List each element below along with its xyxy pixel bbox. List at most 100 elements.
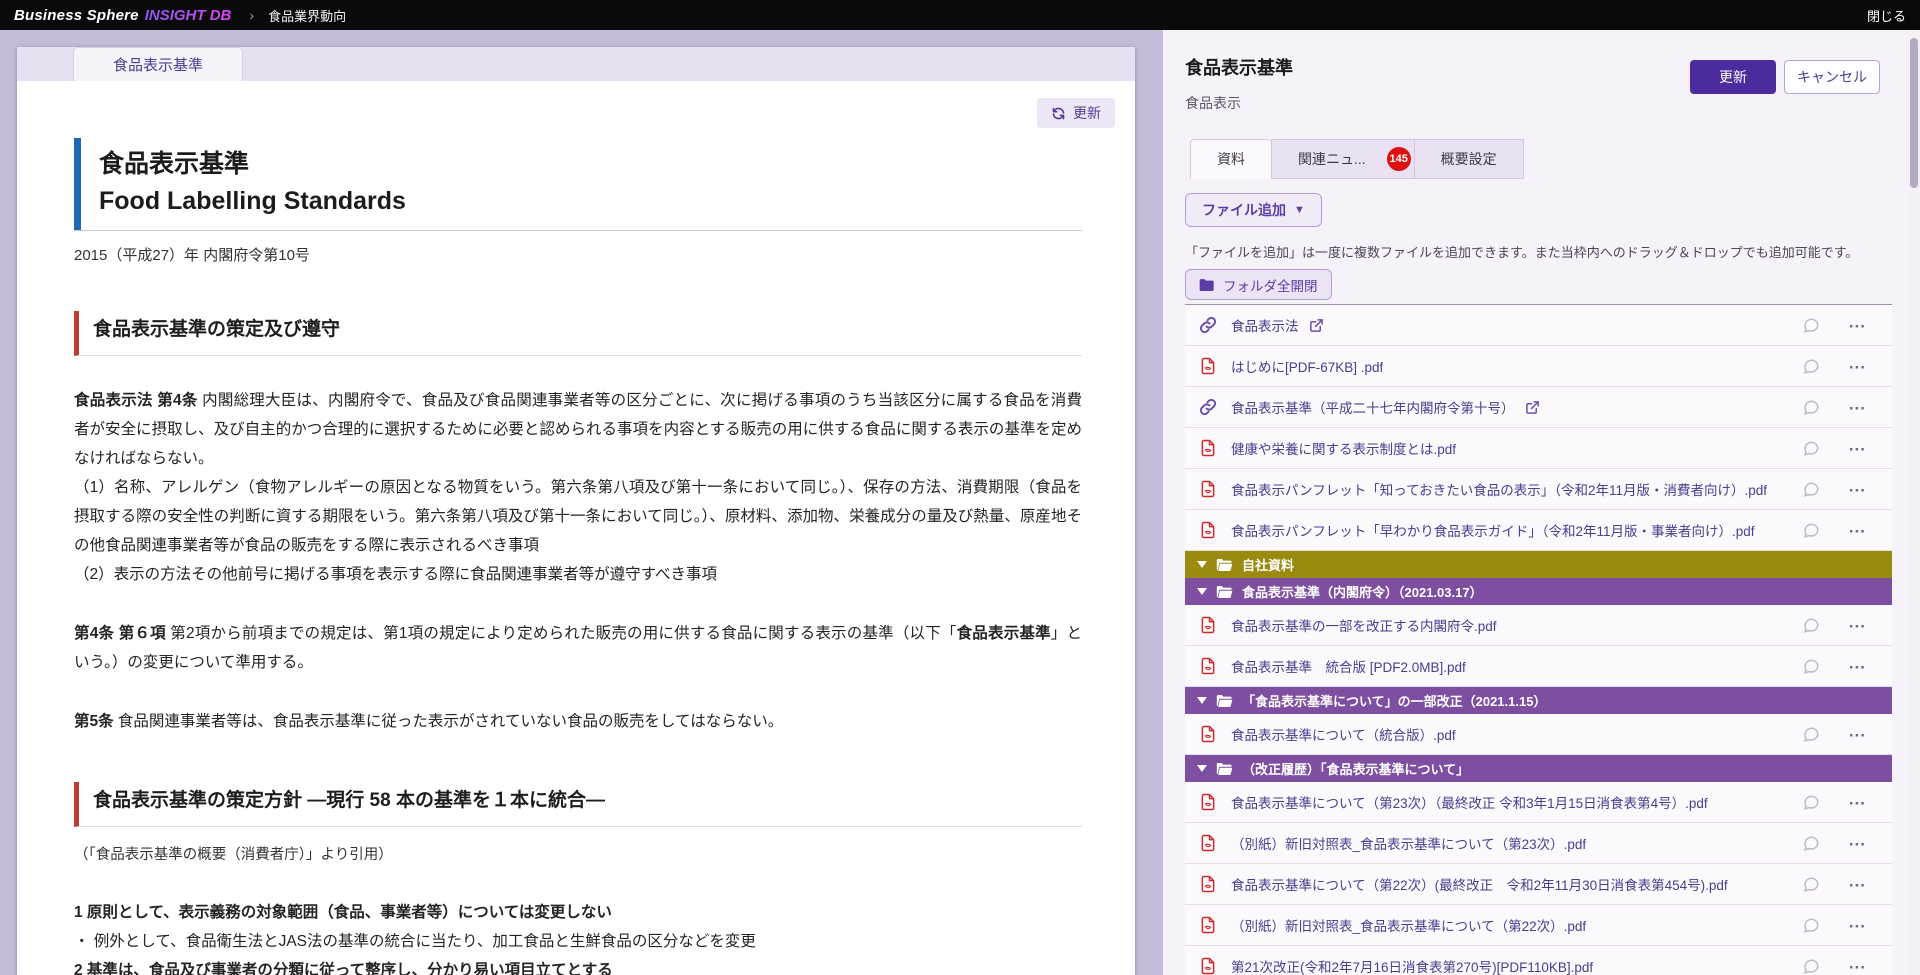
file-row[interactable]: 食品表示パンフレット「早わかり食品表示ガイド」（令和2年11月版・事業者向け）.… [1185, 510, 1892, 551]
file-row[interactable]: （別紙）新旧対照表_食品表示基準について（第22次）.pdf... [1185, 905, 1892, 946]
more-options-button[interactable]: ... [1849, 831, 1866, 851]
comment-icon[interactable] [1802, 521, 1820, 539]
panel-tab-label: 資料 [1217, 149, 1245, 169]
pdf-icon [1199, 521, 1217, 539]
more-options-button[interactable]: ... [1849, 790, 1866, 810]
comment-icon[interactable] [1802, 916, 1820, 934]
more-options-button[interactable]: ... [1849, 436, 1866, 456]
document-title-ja: 食品表示基準 [99, 146, 1082, 183]
chevron-down-icon: ▼ [1294, 204, 1305, 216]
file-row[interactable]: 食品表示パンフレット「知っておきたい食品の表示」（令和2年11月版・消費者向け）… [1185, 469, 1892, 510]
comment-icon[interactable] [1802, 616, 1820, 634]
pdf-icon [1199, 834, 1217, 852]
more-options-button[interactable]: ... [1849, 518, 1866, 538]
folder-row[interactable]: 「食品表示基準について」の一部改正（2021.1.15） [1185, 687, 1892, 714]
update-button[interactable]: 更新 [1690, 60, 1776, 94]
panel-subtitle: 食品表示 [1185, 93, 1892, 113]
cancel-button[interactable]: キャンセル [1784, 60, 1880, 94]
pdf-icon [1199, 725, 1217, 743]
more-options-button[interactable]: ... [1849, 613, 1866, 633]
folder-row[interactable]: 自社資料 [1185, 551, 1892, 578]
folder-name: 自社資料 [1242, 555, 1294, 574]
notification-badge: 145 [1387, 147, 1411, 171]
folder-name: 「食品表示基準について」の一部改正（2021.1.15） [1242, 691, 1546, 710]
file-row[interactable]: 食品表示法... [1185, 305, 1892, 346]
toggle-all-folders-label: フォルダ全開閉 [1223, 275, 1318, 295]
comment-icon[interactable] [1802, 725, 1820, 743]
document-tabstrip: 食品表示基準 [17, 47, 1135, 81]
file-row[interactable]: （別紙）新旧対照表_食品表示基準について（第23次）.pdf... [1185, 823, 1892, 864]
comment-icon[interactable] [1802, 875, 1820, 893]
close-button[interactable]: 閉じる [1867, 6, 1906, 25]
file-row[interactable]: 食品表示基準 統合版 [PDF2.0MB].pdf... [1185, 646, 1892, 687]
comment-icon[interactable] [1802, 793, 1820, 811]
external-link-icon[interactable] [1309, 318, 1324, 333]
file-name: 食品表示基準について（第23次）（最終改正 令和3年1月15日消食表第4号）.p… [1231, 792, 1708, 812]
comment-icon[interactable] [1802, 357, 1820, 375]
panel-tab-2[interactable]: 関連ニュ...145 [1271, 139, 1414, 179]
paragraph: 第5条 食品関連事業者等は、食品表示基準に従った表示がされていない食品の販売をし… [74, 707, 1082, 736]
file-row[interactable]: 食品表示基準の一部を改正する内閣府令.pdf... [1185, 605, 1892, 646]
more-options-button[interactable]: ... [1849, 313, 1866, 333]
comment-icon[interactable] [1802, 398, 1820, 416]
document-title-en: Food Labelling Standards [99, 183, 1082, 220]
caret-down-icon [1197, 588, 1207, 595]
document-refresh-button[interactable]: 更新 [1037, 98, 1115, 128]
more-options-button[interactable]: ... [1849, 913, 1866, 933]
toggle-all-folders-button[interactable]: フォルダ全開閉 [1185, 269, 1332, 300]
caret-down-icon [1197, 697, 1207, 704]
file-row[interactable]: 食品表示基準について（第23次）（最終改正 令和3年1月15日消食表第4号）.p… [1185, 782, 1892, 823]
folder-name: 食品表示基準（内閣府令）（2021.03.17） [1242, 582, 1483, 601]
folder-open-icon [1216, 762, 1233, 776]
more-options-button[interactable]: ... [1849, 722, 1866, 742]
panel-tab-3[interactable]: 概要設定 [1414, 139, 1524, 179]
file-name: 食品表示基準について（統合版）.pdf [1231, 724, 1456, 744]
file-row[interactable]: 食品表示基準について（第22次）(最終改正 令和2年11月30日消食表第454号… [1185, 864, 1892, 905]
document-tab[interactable]: 食品表示基準 [73, 47, 243, 81]
detail-panel: 食品表示基準 食品表示 更新 キャンセル 資料関連ニュ...145概要設定 ファ… [1163, 30, 1908, 975]
more-options-button[interactable]: ... [1849, 654, 1866, 674]
comment-icon[interactable] [1802, 316, 1820, 334]
document-blocks: 食品表示基準の策定及び遵守食品表示法 第4条 内閣総理大臣は、内閣府令で、食品及… [74, 311, 1082, 975]
caret-down-icon [1197, 765, 1207, 772]
more-options-button[interactable]: ... [1849, 954, 1866, 974]
file-name: 食品表示基準（平成二十七年内閣府令第十号） [1231, 397, 1515, 417]
comment-icon[interactable] [1802, 957, 1820, 975]
document-divider [74, 230, 1082, 231]
brand-logo-accent: INSIGHT DB [145, 7, 232, 24]
panel-tab-label: 概要設定 [1441, 149, 1497, 169]
breadcrumb[interactable]: 食品業界動向 [268, 6, 346, 25]
file-row[interactable]: 第21次改正(令和2年7月16日消食表第270号)[PDF110KB].pdf.… [1185, 946, 1892, 975]
comment-icon[interactable] [1802, 480, 1820, 498]
pdf-icon [1199, 480, 1217, 498]
folder-open-icon [1216, 585, 1233, 599]
more-options-button[interactable]: ... [1849, 477, 1866, 497]
folder-row[interactable]: （改正履歴）「食品表示基準について」 [1185, 755, 1892, 782]
comment-icon[interactable] [1802, 657, 1820, 675]
folder-open-icon [1216, 694, 1233, 708]
file-row[interactable]: はじめに[PDF-67KB] .pdf... [1185, 346, 1892, 387]
document-header: 食品表示基準 Food Labelling Standards [74, 138, 1082, 230]
folder-icon [1199, 278, 1215, 292]
pdf-icon [1199, 875, 1217, 893]
paragraph-line: 第5条 食品関連事業者等は、食品表示基準に従った表示がされていない食品の販売をし… [74, 707, 1082, 736]
file-row[interactable]: 食品表示基準（平成二十七年内閣府令第十号）... [1185, 387, 1892, 428]
file-row[interactable]: 食品表示基準について（統合版）.pdf... [1185, 714, 1892, 755]
file-row[interactable]: 健康や栄養に関する表示制度とは.pdf... [1185, 428, 1892, 469]
comment-icon[interactable] [1802, 834, 1820, 852]
external-link-icon[interactable] [1525, 400, 1540, 415]
more-options-button[interactable]: ... [1849, 395, 1866, 415]
add-file-label: ファイル追加 [1202, 200, 1286, 220]
page-scrollbar-thumb[interactable] [1910, 38, 1918, 188]
policy-list: 1 原則として、表示義務の対象範囲（食品、事業者等）については変更しない・ 例外… [74, 898, 1082, 975]
more-options-button[interactable]: ... [1849, 354, 1866, 374]
refresh-icon [1051, 106, 1066, 121]
add-file-button[interactable]: ファイル追加 ▼ [1185, 193, 1322, 227]
add-file-hint: 「ファイルを追加」は一度に複数ファイルを追加できます。また当枠内へのドラッグ＆ド… [1185, 242, 1892, 261]
pdf-icon [1199, 357, 1217, 375]
comment-icon[interactable] [1802, 439, 1820, 457]
panel-tab-1[interactable]: 資料 [1190, 139, 1271, 179]
folder-row[interactable]: 食品表示基準（内閣府令）（2021.03.17） [1185, 578, 1892, 605]
more-options-button[interactable]: ... [1849, 872, 1866, 892]
section-heading: 食品表示基準の策定及び遵守 [74, 311, 1082, 356]
